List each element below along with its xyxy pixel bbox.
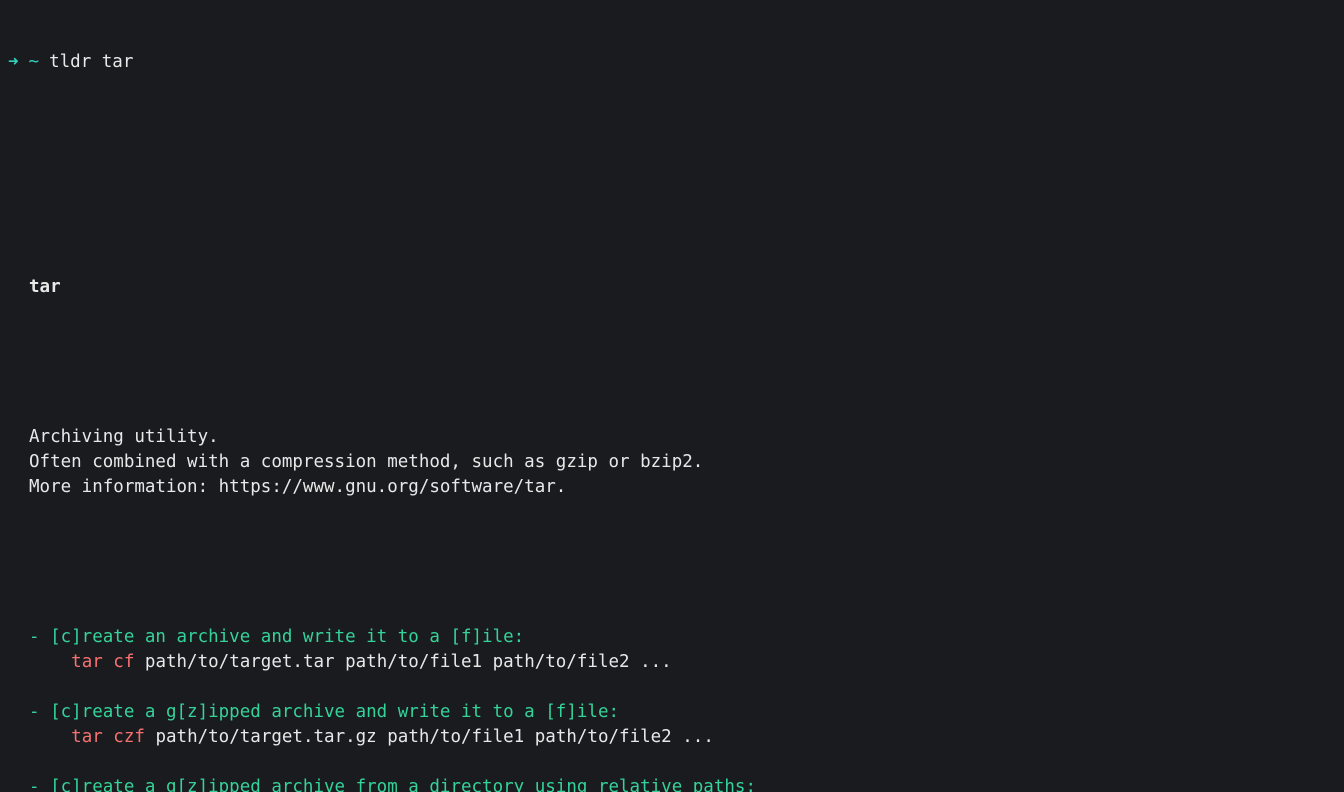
- intro-line: Archiving utility.: [29, 425, 1344, 450]
- prompt-cwd: ~: [29, 50, 40, 75]
- page-title: tar: [29, 275, 1344, 300]
- example-command: tar cf path/to/target.tar path/to/file1 …: [29, 650, 1344, 675]
- prompt-arrow-icon: ➜: [8, 50, 19, 75]
- blank-line: [29, 750, 1344, 775]
- intro-block: Archiving utility.Often combined with a …: [29, 425, 1344, 500]
- command-segment: tar czf: [71, 727, 145, 747]
- example-description: - [c]reate an archive and write it to a …: [29, 625, 1344, 650]
- command-segment: tar cf: [71, 652, 134, 672]
- example-description: - [c]reate a g[z]ipped archive and write…: [29, 700, 1344, 725]
- command-input[interactable]: tldr tar: [49, 50, 133, 75]
- command-segment: [29, 727, 71, 747]
- output-block: tar Archiving utility.Often combined wit…: [29, 150, 1344, 792]
- prompt-line: ➜ ~ tldr tar: [0, 50, 1344, 75]
- command-segment: path/to/target.tar path/to/file1 path/to…: [134, 652, 671, 672]
- blank-line: [29, 675, 1344, 700]
- command-segment: [29, 652, 71, 672]
- terminal-root[interactable]: ➜ ~ tldr tar tar Archiving utility.Often…: [0, 0, 1344, 792]
- example-description: - [c]reate a g[z]ipped archive from a di…: [29, 775, 1344, 792]
- entries-block: - [c]reate an archive and write it to a …: [29, 625, 1344, 792]
- intro-line: More information: https://www.gnu.org/so…: [29, 475, 1344, 500]
- intro-line: Often combined with a compression method…: [29, 450, 1344, 475]
- example-command: tar czf path/to/target.tar.gz path/to/fi…: [29, 725, 1344, 750]
- command-segment: path/to/target.tar.gz path/to/file1 path…: [145, 727, 714, 747]
